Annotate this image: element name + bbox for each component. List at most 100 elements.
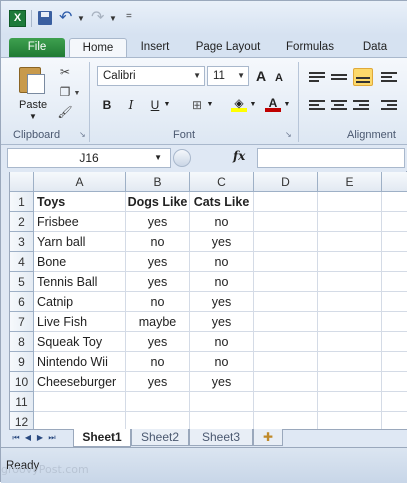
tab-insert[interactable]: Insert (133, 38, 177, 57)
chevron-down-icon[interactable]: ▼ (193, 67, 201, 85)
cell-col-f[interactable] (382, 212, 407, 232)
cell-col-a[interactable]: Squeak Toy (34, 332, 126, 352)
cell-col-e[interactable] (318, 252, 382, 272)
cell-col-c[interactable]: no (190, 352, 254, 372)
cell-col-b[interactable]: Dogs Like (126, 192, 190, 212)
cell-col-c[interactable]: yes (190, 372, 254, 392)
insert-sheet-icon[interactable]: ✚ (253, 429, 283, 446)
column-header-f[interactable] (382, 172, 407, 192)
row-header[interactable]: 2 (10, 212, 34, 232)
cell-col-f[interactable] (382, 352, 407, 372)
cell-col-f[interactable] (382, 392, 407, 412)
formula-input[interactable] (257, 148, 405, 168)
row-header[interactable]: 3 (10, 232, 34, 252)
cell-col-a[interactable]: Frisbee (34, 212, 126, 232)
cell-col-a[interactable]: Catnip (34, 292, 126, 312)
cell-col-d[interactable] (254, 332, 318, 352)
cell-col-c[interactable]: yes (190, 292, 254, 312)
expand-handle-icon[interactable] (173, 149, 191, 167)
cell-col-c[interactable]: yes (190, 232, 254, 252)
undo-icon[interactable]: ↶ (59, 7, 72, 27)
cell-col-d[interactable] (254, 212, 318, 232)
bold-button[interactable]: B (99, 96, 115, 114)
cell-col-c[interactable]: no (190, 252, 254, 272)
cell-col-d[interactable] (254, 192, 318, 212)
cell-col-f[interactable] (382, 252, 407, 272)
cell-col-e[interactable] (318, 272, 382, 292)
row-header[interactable]: 6 (10, 292, 34, 312)
fill-color-icon[interactable]: ◈ (231, 94, 247, 112)
cell-col-d[interactable] (254, 272, 318, 292)
top-align-icon[interactable] (309, 70, 325, 84)
first-sheet-icon[interactable]: ⏮ (11, 431, 21, 445)
grow-font-button[interactable]: A (253, 67, 269, 85)
paste-icon[interactable] (17, 64, 47, 96)
cell-col-e[interactable] (318, 212, 382, 232)
row-header[interactable]: 5 (10, 272, 34, 292)
underline-dropdown-icon[interactable]: ▼ (163, 96, 171, 114)
cell-col-c[interactable]: no (190, 332, 254, 352)
align-right-icon[interactable] (353, 98, 369, 112)
align-center-icon[interactable] (331, 98, 347, 112)
orientation-icon[interactable] (381, 70, 397, 84)
shrink-font-button[interactable]: A (271, 69, 287, 87)
tab-file[interactable]: File (9, 38, 65, 57)
cell-col-f[interactable] (382, 232, 407, 252)
cell-col-e[interactable] (318, 292, 382, 312)
font-launcher-icon[interactable]: ↘ (285, 130, 292, 139)
cell-col-a[interactable]: Yarn ball (34, 232, 126, 252)
cell-col-b[interactable] (126, 392, 190, 412)
cell-col-d[interactable] (254, 352, 318, 372)
row-header[interactable]: 7 (10, 312, 34, 332)
cell-col-f[interactable] (382, 292, 407, 312)
bottom-align-icon[interactable] (353, 68, 373, 86)
tab-data[interactable]: Data (353, 38, 397, 57)
cell-col-b[interactable]: yes (126, 332, 190, 352)
sheet-tab-1[interactable]: Sheet1 (73, 429, 131, 447)
paste-button[interactable]: Paste (19, 99, 47, 111)
middle-align-icon[interactable] (331, 72, 347, 86)
font-name-combo[interactable]: Calibri ▼ (97, 66, 205, 86)
clipboard-launcher-icon[interactable]: ↘ (79, 130, 86, 139)
tab-page-layout[interactable]: Page Layout (189, 38, 267, 57)
cell-col-b[interactable]: yes (126, 272, 190, 292)
customize-toolbar-icon[interactable]: = (126, 11, 132, 22)
cell-col-f[interactable] (382, 312, 407, 332)
tab-formulas[interactable]: Formulas (279, 38, 341, 57)
row-header[interactable]: 10 (10, 372, 34, 392)
borders-icon[interactable]: ⊞ (189, 96, 205, 114)
cell-col-f[interactable] (382, 272, 407, 292)
column-header-a[interactable]: A (34, 172, 126, 192)
tab-home[interactable]: Home (69, 38, 127, 57)
prev-sheet-icon[interactable]: ◀ (23, 431, 33, 445)
font-color-dropdown-icon[interactable]: ▼ (283, 96, 291, 114)
borders-dropdown-icon[interactable]: ▼ (206, 96, 214, 114)
cell-col-e[interactable] (318, 392, 382, 412)
cell-col-f[interactable] (382, 192, 407, 212)
cell-col-b[interactable]: no (126, 352, 190, 372)
copy-dropdown-icon[interactable]: ▼ (73, 86, 81, 102)
column-header-c[interactable]: C (190, 172, 254, 192)
next-sheet-icon[interactable]: ▶ (35, 431, 45, 445)
cell-col-b[interactable]: no (126, 232, 190, 252)
cell-col-f[interactable] (382, 332, 407, 352)
excel-icon[interactable]: X (9, 10, 26, 27)
format-painter-icon[interactable]: 🖌 (57, 104, 73, 120)
cell-col-c[interactable] (190, 392, 254, 412)
cell-col-c[interactable]: no (190, 212, 254, 232)
cell-col-b[interactable]: maybe (126, 312, 190, 332)
cell-col-d[interactable] (254, 372, 318, 392)
cell-col-d[interactable] (254, 232, 318, 252)
cell-col-e[interactable] (318, 332, 382, 352)
cell-col-d[interactable] (254, 292, 318, 312)
column-header-e[interactable]: E (318, 172, 382, 192)
redo-dropdown-icon[interactable]: ▼ (109, 14, 117, 23)
sheet-tab-2[interactable]: Sheet2 (131, 429, 189, 446)
chevron-down-icon[interactable]: ▼ (154, 149, 162, 167)
cell-col-a[interactable]: Cheeseburger (34, 372, 126, 392)
cell-col-e[interactable] (318, 312, 382, 332)
cell-col-a[interactable]: Live Fish (34, 312, 126, 332)
cell-col-e[interactable] (318, 192, 382, 212)
column-header-b[interactable]: B (126, 172, 190, 192)
cell-col-b[interactable]: yes (126, 252, 190, 272)
